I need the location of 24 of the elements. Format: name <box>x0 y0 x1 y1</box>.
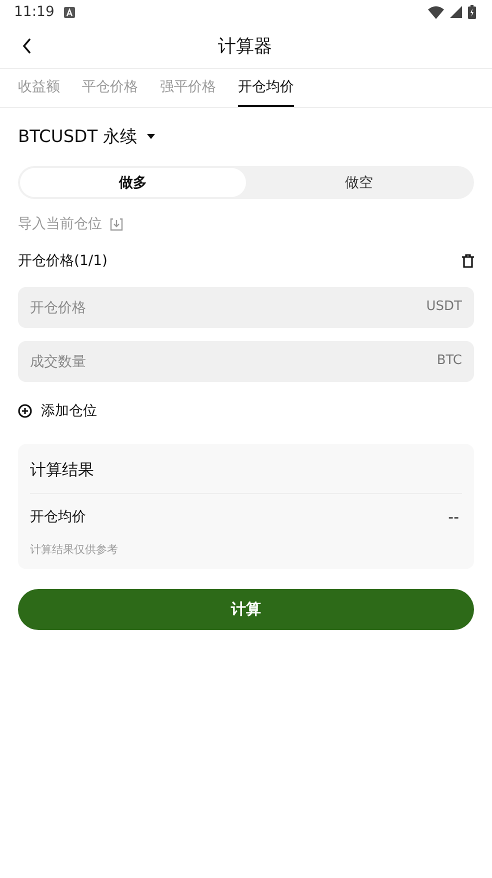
back-icon[interactable] <box>22 38 32 54</box>
battery-icon <box>468 5 476 19</box>
unit-label: USDT <box>426 299 462 314</box>
plus-circle-icon <box>18 404 32 418</box>
add-position-button[interactable]: 添加仓位 <box>18 401 97 421</box>
direction-option[interactable]: 做多 <box>20 168 246 197</box>
wifi-icon <box>428 6 444 18</box>
trash-icon[interactable] <box>462 254 474 268</box>
result-value: -- <box>448 508 460 526</box>
download-icon <box>110 218 123 230</box>
direction-option[interactable]: 做空 <box>246 168 472 197</box>
notification-icon <box>64 6 76 18</box>
symbol-selector[interactable]: BTCUSDT 永续 <box>18 124 156 148</box>
disclaimer-text: 计算结果仅供参考 <box>30 542 119 557</box>
status-time: 11:19 <box>14 4 54 20</box>
section-label: 开仓价格(1/1) <box>18 252 108 270</box>
calculate-button[interactable]: 计算 <box>18 589 474 630</box>
unit-label: BTC <box>436 353 462 368</box>
page-title: 计算器 <box>218 35 272 58</box>
result-title: 计算结果 <box>30 460 95 481</box>
caret-icon <box>147 134 156 138</box>
tab[interactable]: 开仓均价 <box>238 69 294 107</box>
signal-icon <box>450 6 462 18</box>
result-label: 开仓均价 <box>30 508 86 526</box>
